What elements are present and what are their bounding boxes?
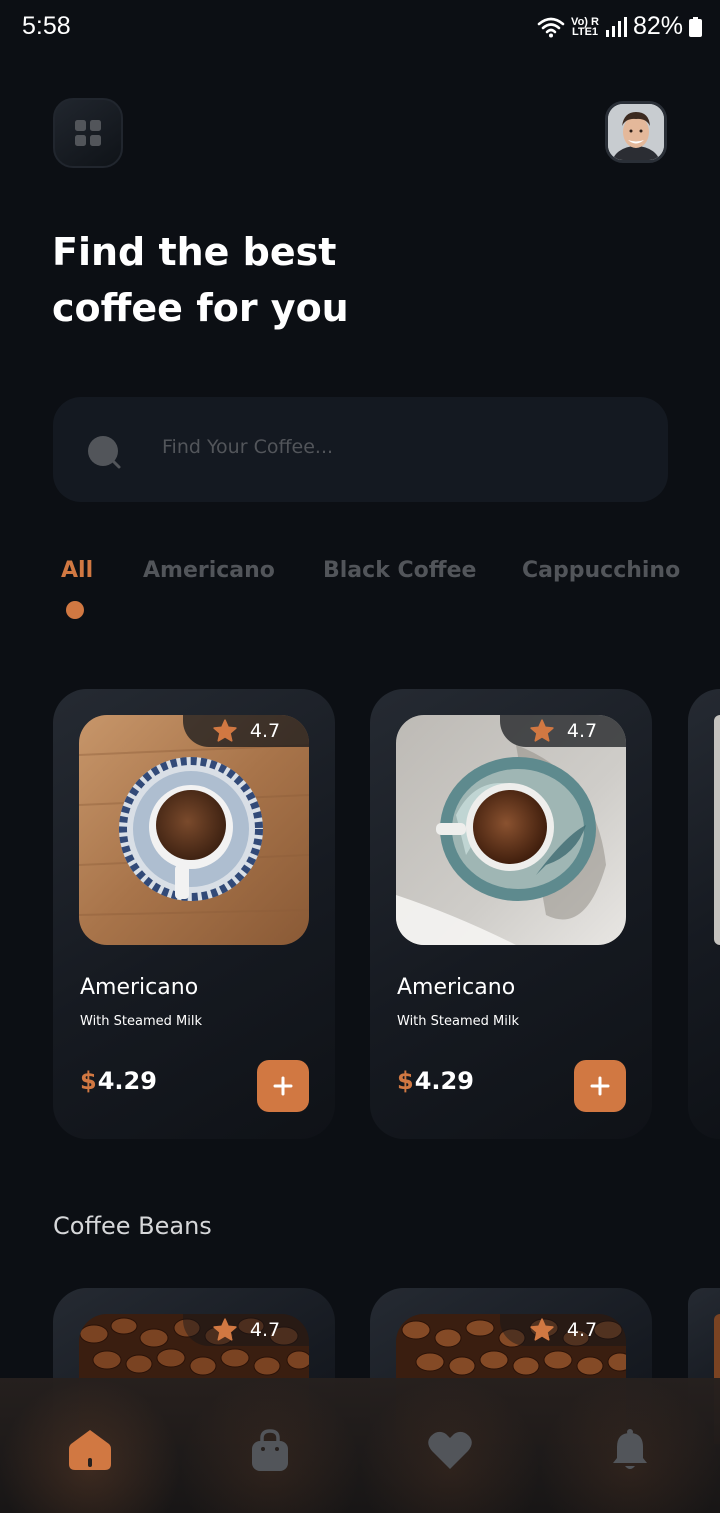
menu-button[interactable] [53, 98, 123, 168]
coffee-cup-image [396, 715, 626, 945]
add-to-cart-button[interactable] [574, 1060, 626, 1112]
rating-value: 4.7 [566, 720, 598, 742]
star-icon [530, 719, 554, 742]
currency-symbol: $ [397, 1067, 414, 1095]
price-value: 4.29 [97, 1067, 157, 1095]
star-icon [530, 1318, 554, 1341]
status-time: 5:58 [22, 12, 71, 40]
network-label-top: Vo) R [571, 15, 599, 28]
add-to-cart-button[interactable] [257, 1060, 309, 1112]
coffee-price: $4.29 [397, 1067, 474, 1095]
search-icon [88, 436, 121, 469]
tab-all[interactable]: All [61, 558, 93, 583]
rating-value: 4.7 [249, 1319, 281, 1341]
nav-notifications[interactable] [606, 1426, 654, 1474]
coffee-image: 4.7 [396, 715, 626, 945]
home-icon [69, 1430, 111, 1470]
coffee-image: 4.7 [79, 715, 309, 945]
battery-icon [689, 16, 702, 37]
nav-favorites[interactable] [426, 1426, 474, 1474]
rating-badge: 4.7 [500, 715, 626, 747]
coffee-name: Americano [80, 975, 199, 1000]
search-input[interactable] [162, 430, 622, 464]
profile-avatar[interactable] [605, 101, 667, 163]
coffee-name: Americano [397, 975, 516, 1000]
plus-icon [273, 1076, 293, 1096]
status-indicators: Vo) R LTE1 82% [537, 12, 702, 41]
bottom-nav [0, 1378, 720, 1513]
nav-cart[interactable] [246, 1426, 294, 1474]
wifi-icon [537, 17, 565, 37]
bell-icon [613, 1429, 647, 1469]
coffee-cup-image [79, 715, 309, 945]
coffee-card[interactable]: 4.7 Americano With Steamed Milk $4.29 [53, 689, 335, 1139]
title-line-1: Find the best [52, 230, 337, 274]
avatar-image [608, 104, 664, 160]
nav-home[interactable] [66, 1426, 114, 1474]
coffee-image-partial [714, 715, 720, 945]
coffee-subtitle: With Steamed Milk [397, 1014, 519, 1029]
currency-symbol: $ [80, 1067, 97, 1095]
grid-menu-icon [75, 120, 101, 146]
battery-level: 82% [632, 12, 683, 40]
tab-black-coffee[interactable]: Black Coffee [323, 558, 476, 583]
rating-value: 4.7 [249, 720, 281, 742]
title-line-2: coffee for you [52, 286, 349, 330]
coffee-beans-heading: Coffee Beans [53, 1212, 212, 1240]
rating-badge: 4.7 [183, 715, 309, 747]
coffee-price: $4.29 [80, 1067, 157, 1095]
tab-cappucchino[interactable]: Cappucchino [522, 558, 680, 583]
tab-americano[interactable]: Americano [143, 558, 275, 583]
rating-value: 4.7 [566, 1319, 598, 1341]
signal-icon [605, 16, 627, 37]
rating-badge: 4.7 [500, 1314, 626, 1346]
coffee-card-partial[interactable] [688, 689, 720, 1139]
coffee-subtitle: With Steamed Milk [80, 1014, 202, 1029]
status-bar: 5:58 Vo) R LTE1 82% [0, 0, 720, 56]
price-value: 4.29 [414, 1067, 474, 1095]
active-tab-indicator [66, 601, 84, 619]
page-title: Find the best coffee for you [52, 224, 412, 336]
rating-badge: 4.7 [183, 1314, 309, 1346]
star-icon [213, 719, 237, 742]
network-type-label: Vo) R LTE1 [571, 15, 599, 38]
plus-icon [590, 1076, 610, 1096]
star-icon [213, 1318, 237, 1341]
coffee-card[interactable]: 4.7 Americano With Steamed Milk $4.29 [370, 689, 652, 1139]
network-label-bottom: LTE1 [571, 25, 599, 38]
bag-icon [252, 1429, 288, 1471]
heart-icon [428, 1431, 472, 1469]
